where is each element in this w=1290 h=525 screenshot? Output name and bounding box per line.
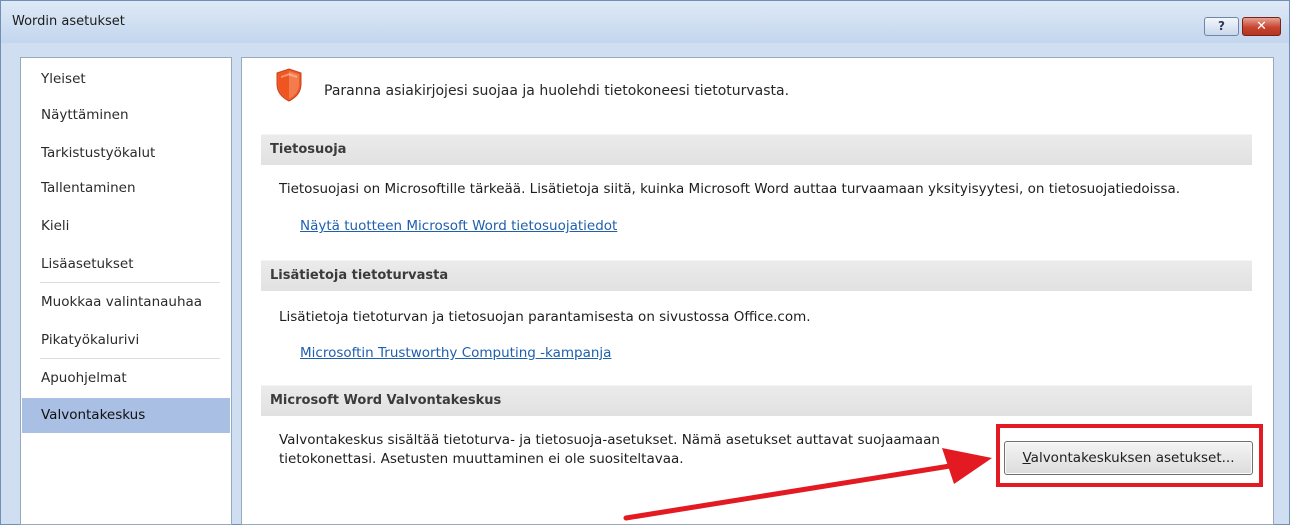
- window-title: Wordin asetukset: [12, 14, 125, 29]
- sidebar-item-save[interactable]: Tallentaminen: [22, 171, 230, 206]
- section-title: Microsoft Word Valvontakeskus: [270, 393, 502, 408]
- sidebar-divider: [40, 282, 220, 283]
- sidebar-item-customize-ribbon[interactable]: Muokkaa valintanauhaa: [22, 285, 230, 320]
- page-intro: Paranna asiakirjojesi suojaa ja huolehdi…: [324, 83, 790, 99]
- section-title: Lisätietoja tietoturvasta: [270, 268, 449, 283]
- trust-center-settings-button[interactable]: Valvontakeskuksen asetukset...: [1004, 441, 1253, 475]
- privacy-text: Tietosuojasi on Microsoftille tärkeää. L…: [279, 181, 1181, 197]
- sidebar-item-proofing[interactable]: Tarkistustyökalut: [22, 136, 230, 171]
- privacy-statement-link[interactable]: Näytä tuotteen Microsoft Word tietosuoja…: [300, 218, 617, 234]
- security-text: Lisätietoja tietoturvan ja tietosuojan p…: [279, 309, 811, 325]
- help-button[interactable]: ?: [1204, 17, 1239, 36]
- section-header-trust-center: Microsoft Word Valvontakeskus: [261, 385, 1252, 416]
- trustworthy-computing-link[interactable]: Microsoftin Trustworthy Computing -kampa…: [300, 345, 611, 361]
- section-title: Tietosuoja: [270, 142, 347, 157]
- title-bar: Wordin asetukset ? ✕: [1, 1, 1289, 43]
- red-arrow-annotation: [623, 448, 992, 521]
- section-header-security: Lisätietoja tietoturvasta: [261, 260, 1252, 291]
- section-header-privacy: Tietosuoja: [261, 134, 1252, 165]
- sidebar-item-add-ins[interactable]: Apuohjelmat: [22, 361, 230, 396]
- shield-icon: [276, 68, 302, 102]
- options-sidebar: Yleiset Näyttäminen Tarkistustyökalut Ta…: [20, 57, 232, 525]
- sidebar-item-trust-center[interactable]: Valvontakeskus: [22, 398, 230, 433]
- sidebar-divider: [40, 358, 220, 359]
- sidebar-item-quick-access-toolbar[interactable]: Pikatyökalurivi: [22, 323, 230, 358]
- sidebar-item-display[interactable]: Näyttäminen: [22, 98, 230, 133]
- sidebar-item-general[interactable]: Yleiset: [22, 62, 230, 97]
- sidebar-item-language[interactable]: Kieli: [22, 209, 230, 244]
- close-button[interactable]: ✕: [1242, 17, 1281, 36]
- sidebar-item-advanced[interactable]: Lisäasetukset: [22, 247, 230, 282]
